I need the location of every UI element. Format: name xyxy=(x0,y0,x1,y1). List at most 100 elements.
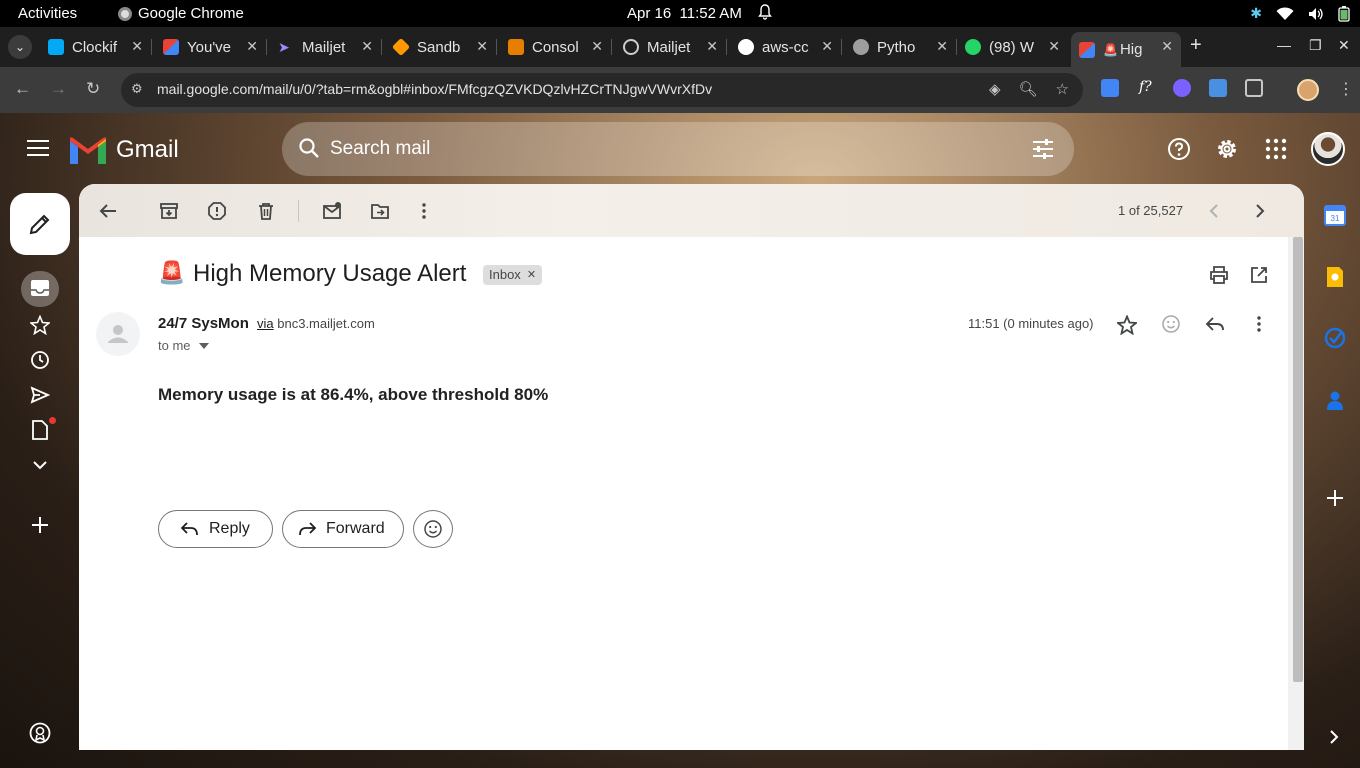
new-label-plus-icon[interactable] xyxy=(31,516,49,534)
close-tab-icon[interactable]: ✕ xyxy=(361,38,373,55)
chrome-menu-icon[interactable]: ⋮ xyxy=(1338,79,1354,99)
account-avatar[interactable] xyxy=(1311,132,1345,166)
move-to-folder-icon[interactable] xyxy=(370,201,390,221)
back-to-inbox-icon[interactable] xyxy=(98,201,118,221)
newer-chevron-left-icon[interactable] xyxy=(1205,201,1225,221)
compose-button[interactable] xyxy=(10,193,70,255)
docs-extension-icon[interactable] xyxy=(1209,79,1227,97)
clock[interactable]: Apr 16 11:52 AM xyxy=(627,5,742,22)
calendar-icon[interactable]: 31 xyxy=(1324,204,1346,226)
contacts-icon[interactable] xyxy=(1324,389,1346,411)
tab-search-button[interactable]: ⌄ xyxy=(8,35,32,59)
tasks-icon[interactable] xyxy=(1324,327,1346,349)
minimize-button[interactable]: — xyxy=(1277,37,1291,53)
message-more-options-icon[interactable] xyxy=(1249,314,1269,334)
sent-icon[interactable] xyxy=(30,385,50,405)
via-link[interactable]: via xyxy=(257,316,274,331)
lens-icon[interactable]: ◈ xyxy=(989,80,1001,98)
chrome-profile-avatar[interactable] xyxy=(1297,79,1319,101)
delete-trash-icon[interactable] xyxy=(256,201,276,221)
more-options-icon[interactable] xyxy=(414,201,434,221)
close-tab-icon[interactable]: ✕ xyxy=(936,38,948,55)
close-tab-icon[interactable]: ✕ xyxy=(476,38,488,55)
starred-icon[interactable] xyxy=(30,315,50,335)
tab-strip: ⌄ Clockif ✕ You've ✕ ➤ Mailjet ✕ Sandb ✕… xyxy=(0,27,1360,67)
bookmark-star-icon[interactable]: ☆ xyxy=(1056,80,1069,98)
browser-tab-active[interactable]: 🚨 Hig ✕ xyxy=(1071,32,1181,67)
forward-button[interactable]: Forward xyxy=(282,510,404,548)
system-tray[interactable]: ✱ xyxy=(1250,5,1350,22)
settings-gear-icon[interactable] xyxy=(1215,137,1239,161)
report-spam-icon[interactable] xyxy=(207,201,227,221)
browser-tab[interactable]: ➤ Mailjet ✕ xyxy=(270,32,382,62)
back-icon[interactable]: ← xyxy=(14,79,31,99)
email-body: Memory usage is at 86.4%, above threshol… xyxy=(158,385,549,404)
support-badge-icon[interactable] xyxy=(29,722,51,744)
browser-tab[interactable]: (98) W ✕ xyxy=(957,32,1068,62)
reply-button[interactable]: Reply xyxy=(158,510,273,548)
close-tab-icon[interactable]: ✕ xyxy=(1161,38,1173,55)
snoozed-clock-icon[interactable] xyxy=(30,350,50,370)
close-tab-icon[interactable]: ✕ xyxy=(706,38,718,55)
recipients-toggle[interactable]: to me xyxy=(158,338,209,353)
gmail-logo[interactable]: Gmail xyxy=(70,136,179,164)
remove-label-icon[interactable]: ✕ xyxy=(527,265,536,285)
search-icon[interactable] xyxy=(298,137,320,159)
browser-tab[interactable]: aws-cc ✕ xyxy=(730,32,842,62)
open-new-window-icon[interactable] xyxy=(1249,265,1269,285)
new-tab-button[interactable]: + xyxy=(1190,34,1202,57)
google-apps-icon[interactable] xyxy=(1264,137,1288,161)
reply-icon[interactable] xyxy=(1205,314,1225,334)
react-emoji-button[interactable] xyxy=(413,510,453,548)
browser-tab[interactable]: Pytho ✕ xyxy=(845,32,957,62)
keep-icon[interactable] xyxy=(1324,266,1346,288)
inbox-icon[interactable] xyxy=(30,278,50,298)
forward-icon[interactable]: → xyxy=(50,79,67,99)
drafts-icon[interactable] xyxy=(31,420,49,440)
browser-tab[interactable]: Sandb ✕ xyxy=(385,32,497,62)
browser-tab[interactable]: Clockif ✕ xyxy=(40,32,152,62)
extension-icon[interactable] xyxy=(1173,79,1191,97)
older-chevron-right-icon[interactable] xyxy=(1249,201,1269,221)
site-info-icon[interactable]: ⚙ xyxy=(131,81,147,97)
browser-tab[interactable]: Consol ✕ xyxy=(500,32,612,62)
star-icon[interactable] xyxy=(1117,315,1137,335)
sender-avatar[interactable] xyxy=(96,312,140,356)
search-input[interactable]: Search mail xyxy=(330,138,430,160)
activities-button[interactable]: Activities xyxy=(18,5,77,22)
close-tab-icon[interactable]: ✕ xyxy=(246,38,258,55)
translate-extension-icon[interactable] xyxy=(1101,79,1119,97)
tab-title: Mailjet xyxy=(302,38,346,56)
mark-unread-icon[interactable] xyxy=(322,201,342,221)
extensions-puzzle-icon[interactable] xyxy=(1245,79,1263,97)
tab-title: Sandb xyxy=(417,38,461,56)
reload-icon[interactable]: ↻ xyxy=(86,79,100,99)
formula-extension-icon[interactable]: f? xyxy=(1139,79,1157,97)
notification-bell-icon[interactable] xyxy=(758,4,772,20)
search-bar[interactable]: Search mail xyxy=(282,122,1074,176)
slack-icon[interactable]: ✱ xyxy=(1250,5,1262,22)
address-bar[interactable]: ⚙ mail.google.com/mail/u/0/?tab=rm&ogbl#… xyxy=(121,73,1083,107)
scrollbar-thumb[interactable] xyxy=(1293,237,1303,682)
main-menu-icon[interactable] xyxy=(27,140,49,158)
browser-tab[interactable]: You've ✕ xyxy=(155,32,267,62)
close-tab-icon[interactable]: ✕ xyxy=(821,38,833,55)
print-icon[interactable] xyxy=(1209,265,1229,285)
zoom-icon[interactable]: 🔍︎ xyxy=(1019,80,1038,98)
close-tab-icon[interactable]: ✕ xyxy=(591,38,603,55)
maximize-button[interactable]: ❐ xyxy=(1309,37,1322,54)
close-tab-icon[interactable]: ✕ xyxy=(1048,38,1060,55)
inbox-label-chip[interactable]: Inbox ✕ xyxy=(483,265,543,285)
close-window-button[interactable]: ✕ xyxy=(1338,37,1350,54)
get-addons-plus-icon[interactable] xyxy=(1324,487,1346,509)
browser-tab[interactable]: Mailjet ✕ xyxy=(615,32,727,62)
close-tab-icon[interactable]: ✕ xyxy=(131,38,143,55)
app-menu[interactable]: Google Chrome xyxy=(118,5,244,22)
help-icon[interactable] xyxy=(1167,137,1191,161)
search-options-icon[interactable] xyxy=(1032,138,1054,160)
archive-icon[interactable] xyxy=(159,201,179,221)
add-reaction-emoji-icon[interactable] xyxy=(1161,314,1181,334)
sender-name[interactable]: 24/7 SysMon xyxy=(158,315,249,332)
more-chevron-icon[interactable] xyxy=(32,458,48,472)
expand-side-panel-chevron-icon[interactable] xyxy=(1326,728,1342,746)
